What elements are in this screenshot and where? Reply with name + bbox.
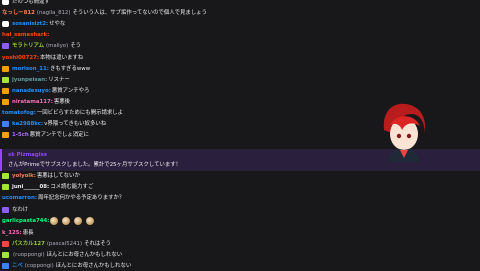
chat-text: ほんとにお母さんかもしれない bbox=[46, 252, 123, 259]
chat-message: モラトリアム (maliyo) そう bbox=[2, 41, 81, 51]
chat-message: hal_sameshark: bbox=[2, 30, 49, 40]
blue-badge-icon bbox=[2, 121, 9, 128]
chat-username[interactable]: sosanisizt2: bbox=[12, 19, 48, 29]
chat-username[interactable]: garlicpasta744: bbox=[2, 216, 49, 226]
camp-badge-icon bbox=[2, 132, 9, 139]
camp-badge-icon bbox=[2, 65, 9, 72]
chat-text: 害悪はしてないか bbox=[36, 173, 80, 179]
emote-icon bbox=[50, 216, 59, 225]
chat-message: garlicpasta744: bbox=[2, 216, 97, 226]
chat-text: 周年記念何かやる予定ありますか？ bbox=[38, 195, 125, 202]
chat-message: yolyolk: 害悪はしてないか bbox=[2, 171, 80, 181]
chat-message: パスカル127 (pascal5241) それはそう bbox=[2, 239, 111, 249]
sq-badge-icon bbox=[2, 43, 9, 50]
chat-message: たのつも間違ず bbox=[2, 0, 50, 7]
emote-icon bbox=[74, 216, 83, 225]
chat-username[interactable]: yolyolk: bbox=[12, 171, 36, 181]
blue-badge-icon bbox=[2, 263, 9, 270]
chat-username[interactable]: morison_11: bbox=[12, 64, 49, 74]
arrow-badge-icon bbox=[2, 173, 9, 179]
chat-username[interactable]: jyunpeisan: bbox=[12, 75, 47, 85]
chat-username[interactable]: tomatofog: bbox=[2, 108, 36, 118]
sq-badge-icon bbox=[2, 206, 9, 213]
chat-message: 1-5ch 悪質アンチでしょ消定に bbox=[2, 130, 89, 140]
chat-username[interactable]: なっしー812 bbox=[2, 8, 35, 18]
emote-icon bbox=[62, 216, 71, 225]
chat-username[interactable]: パスカル127 bbox=[12, 239, 45, 249]
camp-badge-icon bbox=[2, 87, 9, 94]
chat-message: ka2988kc: v界隈ってきもい奴多いね bbox=[2, 119, 106, 129]
chat-username[interactable]: niratama117: bbox=[12, 97, 53, 107]
chat-message: morison_11: きもすぎるwww bbox=[2, 64, 90, 74]
chat-message: yoshi00727: 本物は違いますね bbox=[2, 53, 83, 63]
chat-username[interactable]: yoshi00727: bbox=[2, 53, 39, 63]
streamer-avatar bbox=[383, 103, 426, 162]
chat-text: きもすぎるwww bbox=[49, 65, 91, 72]
chat-login-alias: (ruoppongi) bbox=[13, 252, 45, 259]
chat-text: 悪質アンチやろ bbox=[51, 87, 90, 94]
chat-message: (ruoppongi) ほんとにお母さんかもしれない bbox=[2, 250, 122, 260]
chat-text: それはそう bbox=[84, 241, 112, 247]
camp-badge-icon bbox=[2, 98, 9, 105]
chat-username[interactable]: モラトリアム bbox=[12, 41, 44, 51]
chat-message: niratama117: 害悪後 bbox=[2, 97, 70, 107]
chat-text: 悪質アンチでしょ消定に bbox=[29, 132, 89, 139]
emote-icon bbox=[86, 216, 95, 225]
chat-text: リスナー bbox=[48, 76, 70, 83]
chat-message: なわけ bbox=[2, 205, 28, 215]
chat-text: そういう人は、サブ垢作ってないので個人で見ましょう bbox=[72, 10, 207, 17]
chat-text: 一回ビビらすためにも開示請求しよ bbox=[36, 110, 124, 116]
chat-text: 患長 bbox=[22, 229, 34, 236]
wave-badge-icon bbox=[2, 0, 9, 5]
subscriber-name[interactable]: sk Pizmagiss bbox=[8, 150, 47, 160]
chat-text: たのつも間違ず bbox=[12, 0, 50, 5]
chat-username[interactable]: hal_sameshark: bbox=[2, 30, 49, 40]
chat-message: tomatofog: 一回ビビらすためにも開示請求しよ bbox=[2, 108, 123, 118]
chat-text: 害悪後 bbox=[53, 98, 71, 105]
arrow-badge-icon bbox=[2, 184, 9, 191]
chat-message: jyunpeisan: リスナー bbox=[2, 75, 70, 85]
chat-message: ucomarron: 周年記念何かやる予定ありますか？ bbox=[2, 193, 124, 203]
chat-text: せやな bbox=[49, 21, 66, 28]
chat-login-alias: (pascal5241) bbox=[46, 241, 83, 247]
chat-username[interactable]: juni______08: bbox=[12, 182, 49, 192]
chat-login-alias: (nagila_812) bbox=[36, 10, 71, 17]
chat-text: v界隈ってきもい奴多いね bbox=[44, 121, 107, 128]
chat-username[interactable]: nanadesuyo: bbox=[12, 86, 51, 96]
chat-message: sosanisizt2: せやな bbox=[2, 19, 65, 29]
chat-message: nanadesuyo: 悪質アンチやろ bbox=[2, 86, 89, 96]
chat-text: 本物は違いますね bbox=[40, 54, 84, 61]
chat-message: なっしー812 (nagila_812) そういう人は、サブ垢作ってないので個人で見… bbox=[2, 8, 207, 18]
arrow-badge-icon bbox=[2, 76, 9, 83]
chat-login-alias: (maliyo) bbox=[45, 43, 69, 50]
chat-message: k_125: 患長 bbox=[2, 228, 34, 238]
chat-text: なわけ bbox=[12, 206, 29, 213]
wave-badge-icon bbox=[2, 21, 9, 28]
chat-text: コメ読む能力すご bbox=[50, 184, 94, 191]
red-badge-icon bbox=[2, 241, 9, 247]
chat-message: juni______08: コメ読む能力すご bbox=[2, 182, 93, 192]
arrow-badge-icon bbox=[2, 252, 9, 259]
chat-username[interactable]: ka2988kc: bbox=[12, 119, 43, 129]
subscription-text: さんがPrimeでサブスクしました。累計で25ヶ月サブスクしています！ bbox=[8, 162, 182, 168]
chat-username[interactable]: ucomarron: bbox=[2, 193, 37, 203]
chat-username[interactable]: k_125: bbox=[2, 228, 22, 238]
chat-text: そう bbox=[70, 43, 82, 50]
chat-username[interactable]: 1-5ch bbox=[12, 130, 29, 140]
